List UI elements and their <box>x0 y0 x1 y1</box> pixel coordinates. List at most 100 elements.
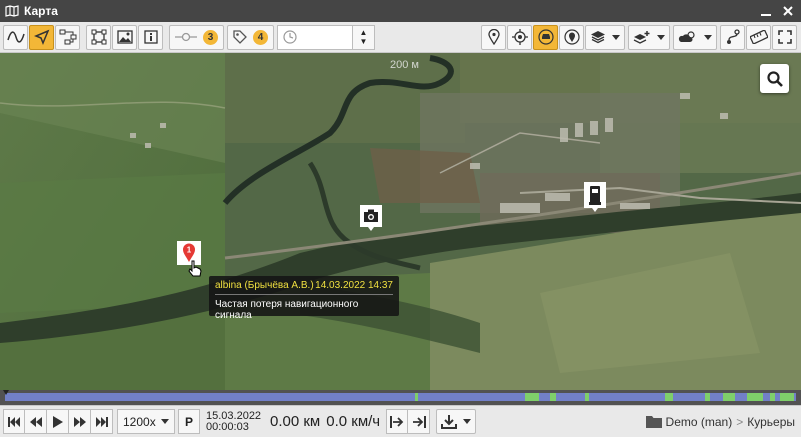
close-button[interactable] <box>781 4 795 18</box>
group-name[interactable]: Курьеры <box>747 415 795 429</box>
route-nodes-icon <box>59 29 76 45</box>
window-titlebar: Карта <box>0 0 801 22</box>
timeline-activity-segment <box>747 393 763 401</box>
fast-forward-button[interactable] <box>69 409 91 434</box>
clock-icon <box>283 30 297 44</box>
camera-marker[interactable] <box>358 203 384 236</box>
p-button[interactable]: P <box>178 409 200 434</box>
image-icon <box>116 30 133 44</box>
step-out-button[interactable] <box>408 409 431 434</box>
spin-up-icon[interactable]: ▲ <box>360 28 368 37</box>
timeline-strip[interactable] <box>0 390 801 405</box>
timeline-cursor[interactable] <box>3 390 9 395</box>
car-icon <box>537 29 554 45</box>
folder-icon <box>645 416 662 428</box>
search-icon <box>766 70 783 87</box>
area-tool-button[interactable] <box>86 24 111 50</box>
tooltip-datetime: 14.03.2022 14:37 <box>315 280 393 291</box>
weather-dropdown[interactable] <box>673 24 717 50</box>
chevron-down-icon <box>161 419 169 424</box>
geozone-button[interactable] <box>559 24 584 50</box>
player-distance: 0.00 км <box>270 413 321 430</box>
layers-add-icon <box>633 31 650 44</box>
player-bar: 1200x P 15.03.2022 00:00:03 0.00 км 0.0 … <box>0 405 801 437</box>
cursor-arrow-icon <box>33 29 49 45</box>
route-builder-button[interactable] <box>720 24 745 50</box>
layers-dropdown[interactable] <box>585 24 625 50</box>
tooltip-message: Частая потеря навигационного сигнала <box>215 299 359 321</box>
route-path-icon <box>726 29 740 44</box>
breadcrumb-separator: > <box>736 414 744 429</box>
camera-icon <box>360 205 382 231</box>
rewind-icon <box>29 416 42 427</box>
minimize-button[interactable] <box>759 4 773 18</box>
wave-icon <box>6 31 25 43</box>
player-velocity: 0.0 км/ч <box>326 413 381 430</box>
pin-number: 1 <box>187 246 192 255</box>
event-tooltip: albina (Брычёва А.В.) 14.03.2022 14:37 Ч… <box>209 276 399 321</box>
fullscreen-button[interactable] <box>772 24 797 50</box>
player-datetime: 15.03.2022 00:00:03 <box>206 409 264 433</box>
ruler-icon <box>749 30 768 44</box>
playback-speed-value: 1200x <box>123 414 156 429</box>
spin-down-icon[interactable]: ▼ <box>360 37 368 46</box>
location-pin-icon <box>487 29 500 45</box>
add-layer-dropdown[interactable] <box>628 24 670 50</box>
points-count-badge: 3 <box>203 29 218 45</box>
curve-tool-button[interactable] <box>3 24 28 50</box>
image-tool-button[interactable] <box>112 24 137 50</box>
navigation-tool-button[interactable] <box>29 24 54 50</box>
window-title: Карта <box>24 4 58 18</box>
timeline-track[interactable] <box>5 393 796 401</box>
play-button[interactable] <box>47 409 69 434</box>
last-button[interactable] <box>91 409 113 434</box>
route-tool-button[interactable] <box>55 24 80 50</box>
map-scale-label: 200 м <box>390 59 419 71</box>
point-line-icon <box>175 32 197 42</box>
time-spinner[interactable]: ▲ ▼ <box>353 24 375 50</box>
pin-button[interactable] <box>481 24 506 50</box>
fuel-icon <box>584 182 606 212</box>
play-icon <box>52 415 63 428</box>
geozone-pin-icon <box>563 29 580 45</box>
skip-to-end-icon <box>95 416 108 427</box>
timeline-activity-segment <box>770 393 775 401</box>
crosshair-icon <box>511 29 528 45</box>
tooltip-unit: albina (Брычёва А.В.) <box>215 280 314 291</box>
first-button[interactable] <box>3 409 25 434</box>
account-breadcrumb: Demo (man) > Курьеры <box>645 414 795 429</box>
download-icon <box>441 414 458 429</box>
info-icon <box>143 30 158 44</box>
timeline-activity-segment <box>525 393 539 401</box>
locate-button[interactable] <box>507 24 532 50</box>
tags-count-badge: 4 <box>253 29 268 45</box>
info-tool-button[interactable] <box>138 24 163 50</box>
step-in-button[interactable] <box>386 409 409 434</box>
timeline-activity-segment <box>665 393 673 401</box>
timeline-activity-segment <box>780 393 794 401</box>
vehicles-button[interactable] <box>533 24 558 50</box>
map-viewport[interactable]: 200 м 1 albina (Брычёва А.В.) 14.03.2022… <box>0 53 801 390</box>
rewind-button[interactable] <box>25 409 47 434</box>
chevron-down-icon <box>463 419 472 424</box>
player-time: 00:00:03 <box>206 420 249 433</box>
timeline-activity-segment <box>705 393 710 401</box>
fuel-station-marker[interactable] <box>582 180 608 217</box>
map-search-button[interactable] <box>760 64 789 93</box>
tag-icon <box>233 30 247 44</box>
tags-filter-button[interactable]: 4 <box>227 24 274 50</box>
account-name[interactable]: Demo (man) <box>666 415 733 429</box>
ruler-button[interactable] <box>746 24 771 50</box>
weather-cloud-icon <box>678 31 695 42</box>
playback-speed-select[interactable]: 1200x <box>117 409 175 434</box>
arrow-to-bar-icon <box>412 415 426 428</box>
fullscreen-icon <box>777 30 792 44</box>
player-date: 15.03.2022 <box>206 409 262 422</box>
download-dropdown[interactable] <box>436 409 477 434</box>
points-filter-button[interactable]: 3 <box>169 24 224 50</box>
map-icon <box>5 5 19 17</box>
fast-forward-icon <box>73 416 86 427</box>
time-input[interactable] <box>277 24 353 50</box>
map-toolbar: 3 4 ▲ ▼ <box>0 22 801 53</box>
hand-cursor-icon <box>188 260 202 277</box>
